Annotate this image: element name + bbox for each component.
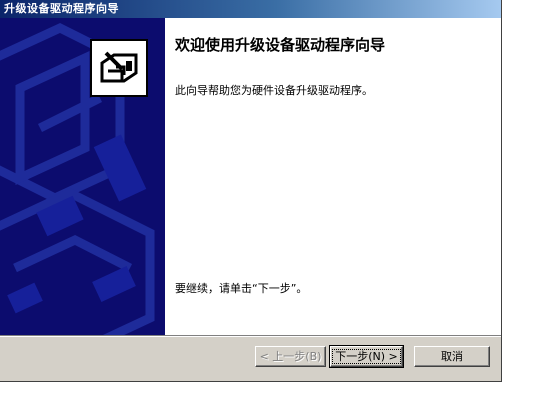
- cancel-button-label: 取消: [441, 350, 463, 363]
- window-title: 升级设备驱动程序向导: [4, 2, 119, 15]
- wizard-content: 欢迎使用升级设备驱动程序向导 此向导帮助您为硬件设备升级驱动程序。 要继续，请单…: [165, 18, 501, 335]
- welcome-heading: 欢迎使用升级设备驱动程序向导: [175, 36, 386, 54]
- next-button[interactable]: 下一步(N) >: [329, 345, 404, 368]
- wizard-banner: [0, 18, 165, 335]
- back-button[interactable]: < 上一步(B): [255, 346, 326, 367]
- wizard-window: 升级设备驱动程序向导 欢迎使用升级设备驱动程序向导 此向导帮助您为硬件设备升级驱…: [0, 0, 502, 382]
- cancel-button[interactable]: 取消: [414, 346, 490, 367]
- wizard-description: 此向导帮助您为硬件设备升级驱动程序。: [175, 84, 373, 97]
- button-separator: [0, 335, 501, 337]
- title-bar[interactable]: 升级设备驱动程序向导: [0, 0, 501, 18]
- back-button-label: < 上一步(B): [259, 350, 322, 363]
- continue-instruction: 要继续，请单击“下一步”。: [175, 282, 308, 295]
- hardware-card-icon: [90, 39, 148, 97]
- next-button-label: 下一步(N) >: [332, 349, 401, 364]
